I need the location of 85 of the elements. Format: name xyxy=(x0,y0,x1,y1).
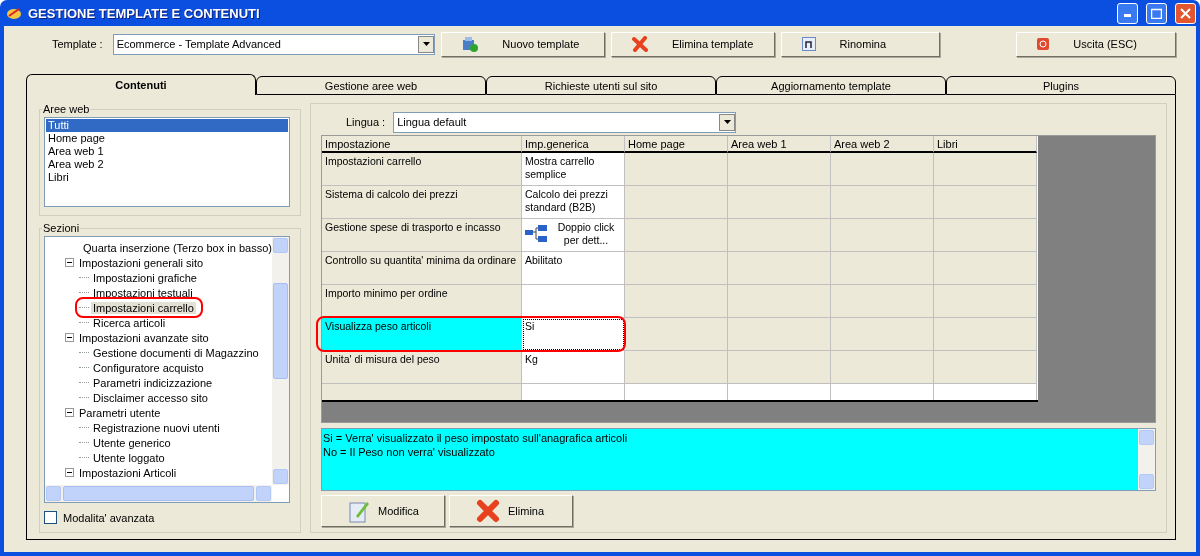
tree-item[interactable]: Parametri utente xyxy=(77,406,163,419)
table-cell[interactable]: Si xyxy=(522,318,625,351)
new-button[interactable]: Nuovo template xyxy=(441,31,605,57)
dropdown-arrow-icon xyxy=(422,42,430,46)
table-cell: Gestione spese di trasporto e incasso xyxy=(322,219,522,252)
table-cell[interactable]: Doppio click per dett... xyxy=(522,219,625,252)
list-item[interactable]: Tutti xyxy=(46,119,288,132)
lingua-label: Lingua : xyxy=(346,116,386,128)
table-cell: Controllo su quantita' minima da ordinare xyxy=(322,252,522,285)
table-cell: Visualizza peso articoli xyxy=(322,318,522,351)
close-button[interactable] xyxy=(1175,2,1196,24)
hierarchy-icon xyxy=(525,225,547,243)
horizontal-scrollbar[interactable] xyxy=(45,485,272,502)
table-cell: Importo minimo per ordine xyxy=(322,285,522,318)
letter-n-icon xyxy=(801,37,816,51)
list-item[interactable]: Home page xyxy=(46,132,288,145)
checkbox[interactable] xyxy=(44,511,57,524)
tree-item[interactable]: Disclaimer accesso sito xyxy=(91,391,210,404)
box-plus-icon xyxy=(462,36,479,52)
column-header[interactable]: Impostazione xyxy=(322,136,522,153)
template-label: Template : xyxy=(50,38,104,50)
description-text: Si = Verra' visualizzato il peso impostato sull'anagrafica articoli No = Il Peso non verra' visualizzato xyxy=(322,431,629,460)
delete-button[interactable]: Elimina template xyxy=(610,31,775,57)
column-header[interactable]: Area web 1 xyxy=(728,136,831,153)
pencil-document-icon xyxy=(348,499,370,523)
tree-item[interactable]: Gestione documenti di Magazzino xyxy=(91,346,261,359)
collapse-icon[interactable] xyxy=(65,468,74,477)
tab[interactable]: Aggiornamento template xyxy=(716,76,946,95)
vertical-scrollbar[interactable] xyxy=(272,237,289,485)
column-header[interactable]: Libri xyxy=(934,136,1037,153)
delete-button[interactable]: Elimina xyxy=(449,495,573,527)
tree-item[interactable]: Parametri indicizzazione xyxy=(91,376,215,389)
edit-button[interactable]: Modifica xyxy=(321,495,445,527)
tab[interactable]: Plugins xyxy=(946,76,1176,95)
tree-item[interactable]: Registrazione nuovi utenti xyxy=(91,421,222,434)
aree-web-list[interactable]: Tutti Home page Area web 1 Area web 2 Libri xyxy=(44,117,290,207)
vertical-scrollbar[interactable] xyxy=(1138,429,1155,490)
maximize-button[interactable] xyxy=(1146,2,1167,24)
tree-item[interactable]: Utente generico xyxy=(91,436,173,449)
close-icon xyxy=(1180,7,1191,19)
tab[interactable]: Contenuti xyxy=(26,74,256,95)
tree-item[interactable]: Impostazioni avanzate sito xyxy=(77,331,211,344)
delete-icon xyxy=(631,36,648,52)
collapse-icon[interactable] xyxy=(65,258,74,267)
language-dropdown[interactable]: Lingua default xyxy=(393,111,737,133)
collapse-icon[interactable] xyxy=(65,408,74,417)
dropdown-arrow-icon xyxy=(723,120,731,124)
sections-tree[interactable] xyxy=(44,236,290,503)
list-item[interactable]: Libri xyxy=(46,171,288,184)
column-header[interactable]: Area web 2 xyxy=(831,136,934,153)
tree-item[interactable]: Ricerca articoli xyxy=(91,316,168,329)
app-logo-icon xyxy=(6,6,22,20)
maximize-icon xyxy=(1151,7,1162,19)
tree-item[interactable]: Impostazioni generali sito xyxy=(77,256,206,269)
window-title: GESTIONE TEMPLATE E CONTENUTI xyxy=(28,5,261,21)
table-cell: Unita' di misura del peso xyxy=(322,351,522,384)
table-cell[interactable]: Calcolo dei prezzi standard (B2B) xyxy=(522,186,625,219)
template-dropdown[interactable]: Ecommerce - Template Advanced xyxy=(112,33,436,55)
checkbox-label: Modalita' avanzata xyxy=(63,511,155,524)
tree-item[interactable]: Quarta inserzione (Terzo box in basso) xyxy=(81,241,272,254)
collapse-icon[interactable] xyxy=(65,333,74,342)
tree-item[interactable]: Configuratore acquisto xyxy=(91,361,206,374)
tree-item[interactable]: Impostazioni grafiche xyxy=(91,271,199,284)
column-header[interactable]: Imp.generica xyxy=(522,136,625,153)
table-cell: Sistema di calcolo dei prezzi xyxy=(322,186,522,219)
list-item[interactable]: Area web 2 xyxy=(46,158,288,171)
tab[interactable]: Richieste utenti sul sito xyxy=(486,76,716,95)
table-cell: Impostazioni carrello xyxy=(322,153,522,186)
exit-button[interactable]: Uscita (ESC) xyxy=(1016,31,1176,57)
table-cell[interactable]: Abilitato xyxy=(522,252,625,285)
column-header[interactable]: Home page xyxy=(625,136,728,153)
table-cell[interactable]: Mostra carrello semplice xyxy=(522,153,625,186)
list-item[interactable]: Area web 1 xyxy=(46,145,288,158)
tree-item[interactable]: Impostazioni testuali xyxy=(91,286,195,299)
group-title: Aree web xyxy=(42,103,91,115)
group-title: Sezioni xyxy=(42,222,81,234)
delete-icon xyxy=(476,499,500,523)
tree-item[interactable]: Utente loggato xyxy=(91,451,167,464)
rename-button[interactable]: Rinomina xyxy=(780,31,941,57)
tree-item[interactable]: Impostazioni carrello xyxy=(91,301,196,314)
table-cell[interactable]: Kg xyxy=(522,351,625,384)
minimize-button[interactable] xyxy=(1117,2,1138,24)
power-icon xyxy=(1037,38,1050,50)
tree-item[interactable]: Impostazioni Articoli xyxy=(77,466,179,479)
tab[interactable]: Gestione aree web xyxy=(256,76,486,95)
